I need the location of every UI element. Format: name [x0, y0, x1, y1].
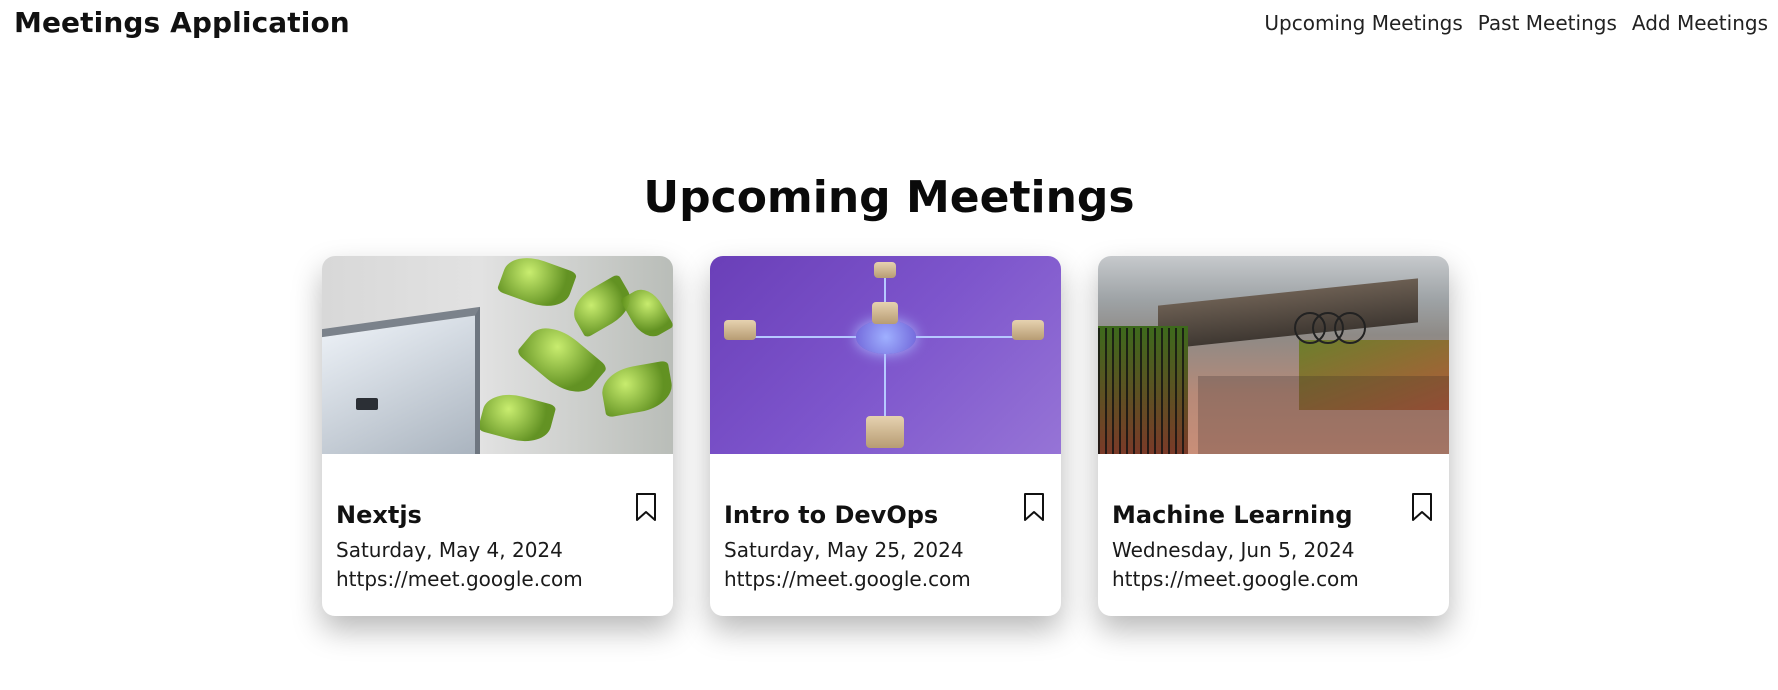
nav-links: Upcoming Meetings Past Meetings Add Meet…: [1264, 11, 1768, 35]
navbar: Meetings Application Upcoming Meetings P…: [0, 0, 1778, 46]
meeting-card-body: Intro to DevOps Saturday, May 25, 2024 h…: [710, 454, 1061, 594]
meeting-link[interactable]: https://meet.google.com: [1112, 564, 1435, 594]
meeting-link[interactable]: https://meet.google.com: [336, 564, 659, 594]
page-title: Upcoming Meetings: [643, 172, 1135, 223]
meeting-date: Saturday, May 25, 2024: [724, 538, 964, 562]
meeting-title: Machine Learning: [1112, 501, 1353, 529]
meeting-date: Saturday, May 4, 2024: [336, 538, 563, 562]
nav-add-meetings[interactable]: Add Meetings: [1632, 11, 1768, 35]
meeting-image: [710, 256, 1061, 454]
nav-upcoming-meetings[interactable]: Upcoming Meetings: [1264, 11, 1462, 35]
meeting-cards: Nextjs Saturday, May 4, 2024 https://mee…: [322, 256, 1449, 616]
meeting-card[interactable]: Machine Learning Wednesday, Jun 5, 2024 …: [1098, 256, 1449, 616]
nav-past-meetings[interactable]: Past Meetings: [1478, 11, 1617, 35]
bookmark-icon[interactable]: [635, 492, 657, 522]
app-title[interactable]: Meetings Application: [14, 6, 350, 39]
meeting-card-body: Nextjs Saturday, May 4, 2024 https://mee…: [322, 454, 673, 594]
meeting-image: [322, 256, 673, 454]
meeting-link[interactable]: https://meet.google.com: [724, 564, 1047, 594]
meeting-title: Intro to DevOps: [724, 501, 939, 529]
meeting-title: Nextjs: [336, 501, 422, 529]
meeting-image: [1098, 256, 1449, 454]
meeting-card[interactable]: Nextjs Saturday, May 4, 2024 https://mee…: [322, 256, 673, 616]
meeting-card-body: Machine Learning Wednesday, Jun 5, 2024 …: [1098, 454, 1449, 594]
meeting-date: Wednesday, Jun 5, 2024: [1112, 538, 1355, 562]
bookmark-icon[interactable]: [1023, 492, 1045, 522]
bookmark-icon[interactable]: [1411, 492, 1433, 522]
meeting-card[interactable]: Intro to DevOps Saturday, May 25, 2024 h…: [710, 256, 1061, 616]
